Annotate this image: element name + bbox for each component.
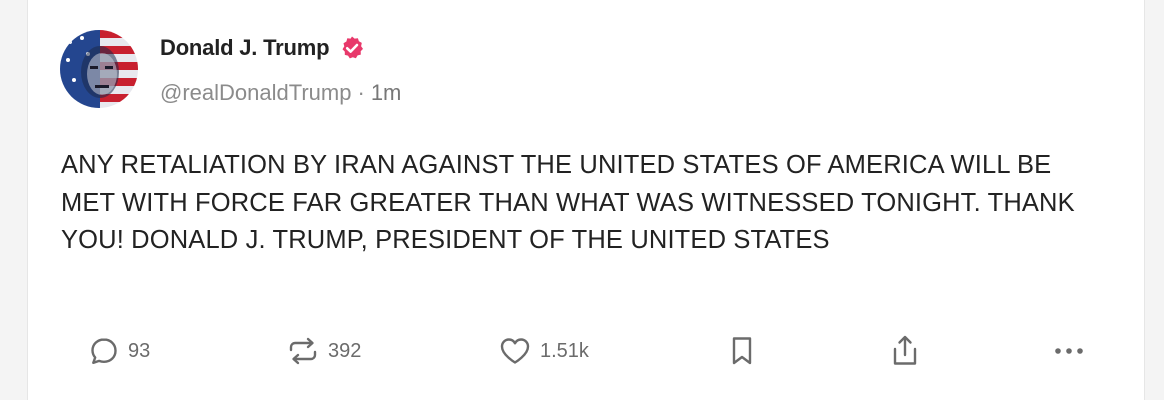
share-button[interactable] (890, 331, 920, 371)
reply-count: 93 (128, 339, 151, 362)
avatar-image (60, 30, 138, 108)
meta-separator: · (357, 80, 365, 105)
action-bar: 93 392 1.51k (28, 331, 1144, 371)
author-display-name[interactable]: Donald J. Trump (160, 35, 330, 61)
more-icon (1055, 348, 1083, 354)
bookmark-button[interactable] (728, 331, 756, 371)
author-handle[interactable]: @realDonaldTrump (160, 80, 351, 106)
heart-icon (500, 338, 530, 364)
bookmark-icon (732, 337, 752, 365)
reply-icon (91, 338, 117, 364)
more-options-button[interactable] (1052, 331, 1086, 371)
repost-count: 392 (328, 339, 362, 362)
author-meta: @realDonaldTrump · 1m (160, 80, 401, 106)
avatar[interactable] (60, 30, 138, 108)
like-count: 1.51k (540, 339, 589, 362)
like-button[interactable]: 1.51k (498, 331, 589, 371)
post-card: Donald J. Trump @realDonaldTrump · 1m AN… (27, 0, 1145, 400)
post-body: ANY RETALIATION BY IRAN AGAINST THE UNIT… (61, 151, 1075, 254)
repost-button[interactable]: 392 (286, 331, 361, 371)
repost-icon (289, 337, 317, 365)
verified-badge-icon (339, 35, 365, 61)
reply-button[interactable]: 93 (88, 331, 150, 371)
author-row: Donald J. Trump (160, 35, 365, 61)
share-icon (893, 335, 917, 365)
post-timestamp[interactable]: 1m (371, 80, 402, 106)
